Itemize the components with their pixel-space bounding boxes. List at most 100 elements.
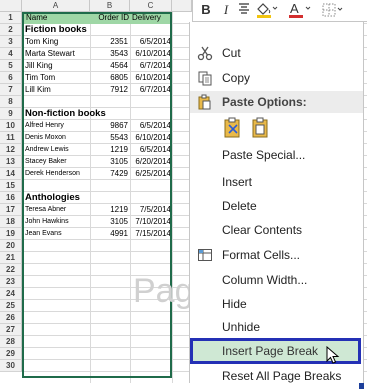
menu-item-paste-special[interactable]: Paste Special... bbox=[190, 144, 363, 166]
menu-label-reset-all-page-breaks: Reset All Page Breaks bbox=[222, 369, 342, 383]
cell-order-id[interactable]: 5543 bbox=[90, 132, 128, 144]
section-nonfiction[interactable]: Non-fiction books bbox=[25, 108, 165, 120]
cell-order-id[interactable]: 2351 bbox=[90, 36, 128, 48]
cell-order-id[interactable]: 9867 bbox=[90, 120, 128, 132]
cell-order-id[interactable]: 3105 bbox=[90, 156, 128, 168]
row-header-9[interactable]: 9 bbox=[0, 108, 22, 120]
menu-item-copy[interactable]: Copy bbox=[190, 67, 363, 89]
row-header-4[interactable]: 4 bbox=[0, 48, 22, 60]
row-header-12[interactable]: 12 bbox=[0, 144, 22, 156]
cell-name[interactable]: Stacey Baker bbox=[25, 156, 89, 168]
row-header-8[interactable]: 8 bbox=[0, 96, 22, 108]
row-header-30[interactable]: 30 bbox=[0, 360, 22, 372]
row-header-29[interactable]: 29 bbox=[0, 348, 22, 360]
cell-name[interactable]: Andrew Lewis bbox=[25, 144, 89, 156]
row-header-24[interactable]: 24 bbox=[0, 288, 22, 300]
cell-name[interactable]: Jean Evans bbox=[25, 228, 89, 240]
cell-name[interactable]: Tim Tom bbox=[25, 72, 89, 84]
cell-delivery[interactable]: 6/7/2014 bbox=[130, 60, 171, 72]
cell-name[interactable]: Tom King bbox=[25, 36, 89, 48]
header-order-id[interactable]: Order ID bbox=[90, 12, 130, 24]
menu-item-cut[interactable]: Cut bbox=[190, 42, 363, 64]
cell-name[interactable]: Jill King bbox=[25, 60, 89, 72]
row-header-11[interactable]: 11 bbox=[0, 132, 22, 144]
select-all-corner[interactable] bbox=[0, 0, 22, 12]
clipboard-icon bbox=[196, 94, 212, 117]
cell-delivery[interactable]: 6/7/2014 bbox=[130, 84, 171, 96]
cell-delivery[interactable]: 7/10/2014 bbox=[130, 216, 171, 228]
cell-order-id[interactable]: 1219 bbox=[90, 144, 128, 156]
cell-delivery[interactable]: 6/5/2014 bbox=[130, 120, 171, 132]
row-header-14[interactable]: 14 bbox=[0, 168, 22, 180]
cell-name[interactable]: John Hawkins bbox=[25, 216, 89, 228]
menu-item-hide[interactable]: Hide bbox=[190, 293, 363, 315]
header-delivery[interactable]: Delivery bbox=[130, 12, 172, 24]
row-header-5[interactable]: 5 bbox=[0, 60, 22, 72]
menu-item-format-cells[interactable]: Format Cells... bbox=[190, 244, 363, 266]
row-header-22[interactable]: 22 bbox=[0, 264, 22, 276]
row-header-18[interactable]: 18 bbox=[0, 216, 22, 228]
cell-delivery[interactable]: 6/20/2014 bbox=[130, 156, 171, 168]
menu-item-column-width[interactable]: Column Width... bbox=[190, 269, 363, 291]
row-header-25[interactable]: 25 bbox=[0, 300, 22, 312]
row-header-28[interactable]: 28 bbox=[0, 336, 22, 348]
cell-name[interactable]: Denis Moxon bbox=[25, 132, 89, 144]
cell-name[interactable]: Teresa Abner bbox=[25, 204, 89, 216]
cell-delivery[interactable]: 6/10/2014 bbox=[130, 132, 171, 144]
section-fiction[interactable]: Fiction books bbox=[25, 24, 165, 36]
cell-name[interactable]: Alfred Henry bbox=[25, 120, 89, 132]
cell-order-id[interactable]: 1219 bbox=[90, 204, 128, 216]
row-header-15[interactable]: 15 bbox=[0, 180, 22, 192]
section-anthologies[interactable]: Anthologies bbox=[25, 192, 165, 204]
cell-order-id[interactable]: 4991 bbox=[90, 228, 128, 240]
cell-order-id[interactable]: 7912 bbox=[90, 84, 128, 96]
cell-order-id[interactable]: 6805 bbox=[90, 72, 128, 84]
column-header-b[interactable]: B bbox=[90, 0, 130, 12]
row-header-20[interactable]: 20 bbox=[0, 240, 22, 252]
cell-name[interactable]: Lill Kim bbox=[25, 84, 89, 96]
row-header-2[interactable]: 2 bbox=[0, 24, 22, 36]
align-center-icon[interactable] bbox=[237, 0, 251, 20]
cell-order-id[interactable]: 3543 bbox=[90, 48, 128, 60]
paste-formatting-button[interactable] bbox=[222, 117, 244, 139]
cell-delivery[interactable]: 6/10/2014 bbox=[130, 72, 171, 84]
cell-delivery[interactable]: 6/25/2014 bbox=[130, 168, 171, 180]
cell-order-id[interactable]: 3105 bbox=[90, 216, 128, 228]
column-header-a[interactable]: A bbox=[22, 0, 90, 12]
cell-order-id[interactable]: 4564 bbox=[90, 60, 128, 72]
menu-item-delete[interactable]: Delete bbox=[190, 195, 363, 217]
italic-button[interactable]: I bbox=[217, 0, 235, 20]
row-header-13[interactable]: 13 bbox=[0, 156, 22, 168]
column-header-c[interactable]: C bbox=[130, 0, 172, 12]
row-header-16[interactable]: 16 bbox=[0, 192, 22, 204]
fill-color-button[interactable] bbox=[253, 0, 279, 20]
bold-button[interactable]: B bbox=[197, 0, 215, 20]
paste-values-button[interactable] bbox=[250, 117, 272, 139]
row-header-27[interactable]: 27 bbox=[0, 324, 22, 336]
row-header-17[interactable]: 17 bbox=[0, 204, 22, 216]
row-header-10[interactable]: 10 bbox=[0, 120, 22, 132]
row-header-26[interactable]: 26 bbox=[0, 312, 22, 324]
row-header-6[interactable]: 6 bbox=[0, 72, 22, 84]
row-header-19[interactable]: 19 bbox=[0, 228, 22, 240]
menu-item-clear-contents[interactable]: Clear Contents bbox=[190, 219, 363, 241]
cell-delivery[interactable]: 7/15/2014 bbox=[130, 228, 171, 240]
column-header-d[interactable] bbox=[172, 0, 192, 12]
cell-delivery[interactable]: 6/5/2014 bbox=[130, 144, 171, 156]
cell-order-id[interactable]: 7429 bbox=[90, 168, 128, 180]
row-header-7[interactable]: 7 bbox=[0, 84, 22, 96]
cell-delivery[interactable]: 6/10/2014 bbox=[130, 48, 171, 60]
row-header-23[interactable]: 23 bbox=[0, 276, 22, 288]
row-header-21[interactable]: 21 bbox=[0, 252, 22, 264]
menu-item-insert[interactable]: Insert bbox=[190, 171, 363, 193]
cell-name[interactable]: Derek Henderson bbox=[25, 168, 89, 180]
row-header-1[interactable]: 1 bbox=[0, 12, 22, 24]
cell-name[interactable]: Marta Stewart bbox=[25, 48, 89, 60]
borders-button[interactable] bbox=[319, 0, 347, 20]
header-name[interactable]: Name bbox=[23, 12, 90, 24]
cell-delivery[interactable]: 6/5/2014 bbox=[130, 36, 171, 48]
font-color-button[interactable]: A bbox=[287, 0, 313, 20]
cell-delivery[interactable]: 7/5/2014 bbox=[130, 204, 171, 216]
menu-item-unhide[interactable]: Unhide bbox=[190, 316, 363, 338]
row-header-3[interactable]: 3 bbox=[0, 36, 22, 48]
